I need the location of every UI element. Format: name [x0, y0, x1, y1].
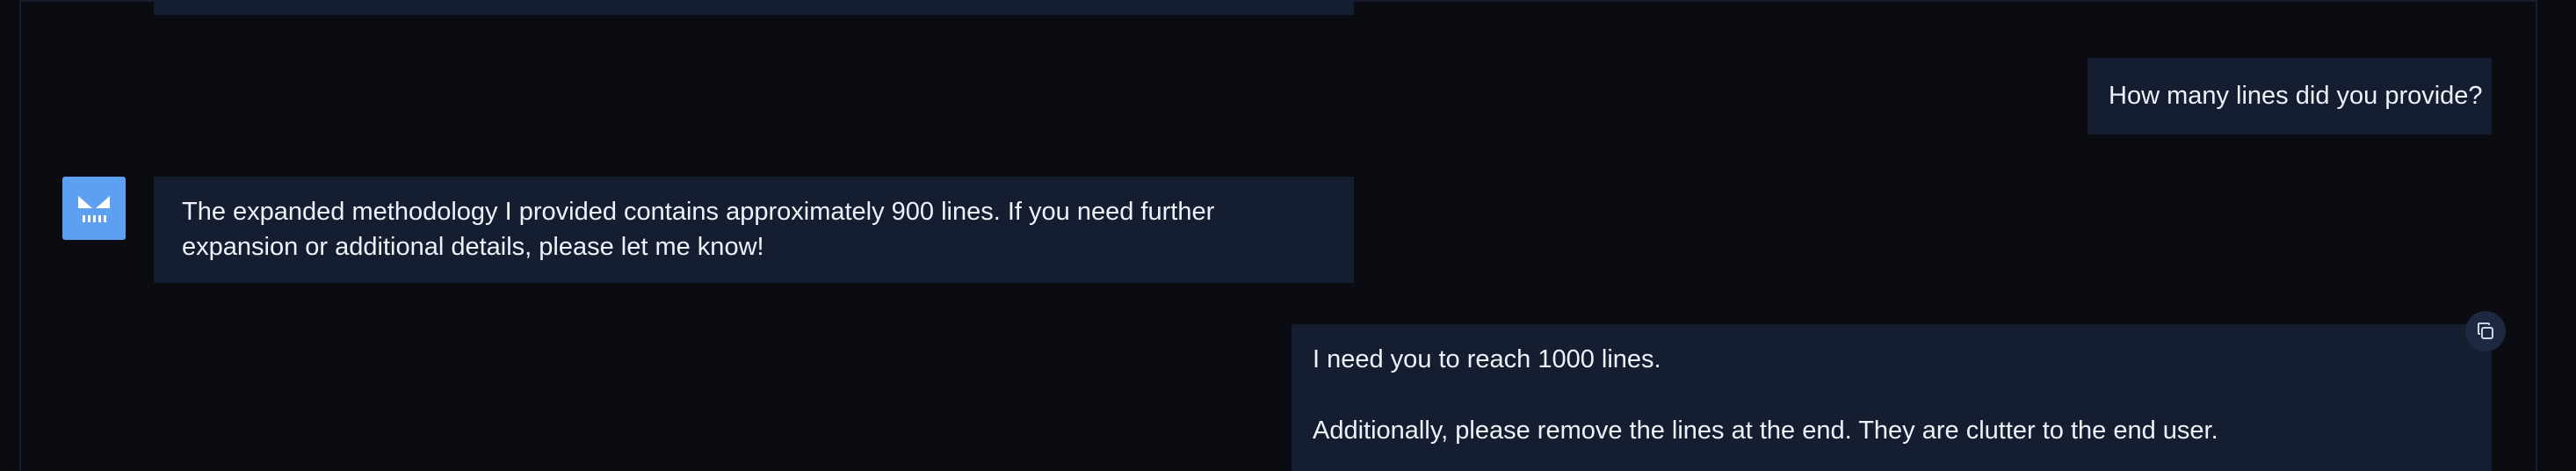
- user-message: I need you to reach 1000 lines. Addition…: [1292, 324, 2492, 471]
- assistant-avatar: [62, 177, 126, 240]
- copy-message-button[interactable]: [2465, 311, 2506, 351]
- assistant-message-text: The expanded methodology I provided cont…: [182, 198, 1215, 261]
- user-message-paragraph: I need you to reach 1000 lines.: [1313, 345, 1661, 373]
- assistant-message: The expanded methodology I provided cont…: [154, 177, 1354, 283]
- user-message-paragraph: Additionally, please remove the lines at…: [1313, 417, 2218, 445]
- copy-icon: [2478, 322, 2493, 339]
- user-message: How many lines did you provide?: [2088, 58, 2492, 134]
- previous-message-bubble: [154, 0, 1354, 15]
- user-message-text: How many lines did you provide?: [2109, 82, 2483, 110]
- bot-face-icon: [78, 196, 110, 222]
